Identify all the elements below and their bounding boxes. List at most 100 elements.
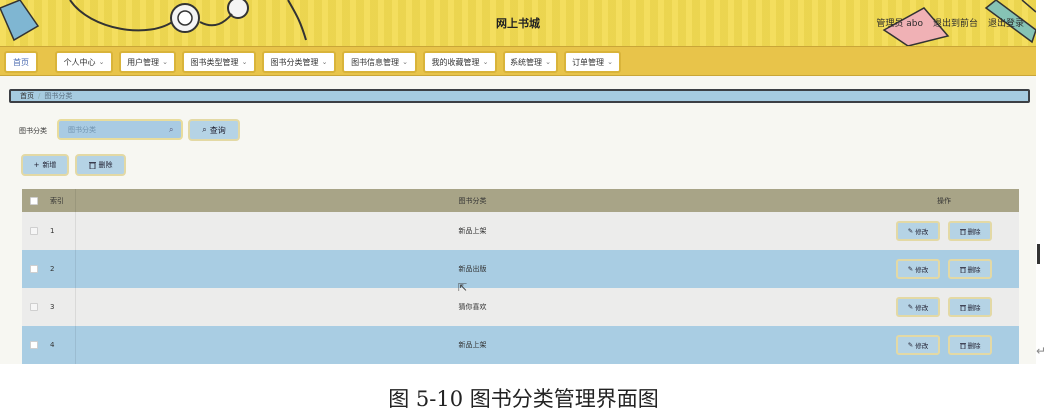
app-window: 网上书城 管理员 abo 退出到前台 退出登录 首页 个人中心 ⌄ 用户管理 ⌄ 图… [0,0,1036,364]
select-all-checkbox[interactable] [30,196,38,205]
row-category-name: 新品上架 [458,341,487,349]
row-actions: ✎ 修改 删除 [869,259,1019,279]
edit-icon: ✎ [907,341,914,349]
chevron-down-icon: ⌄ [482,58,489,66]
row-checkbox[interactable] [30,227,38,235]
search-icon: ⌕ [202,125,207,134]
table-row: 4 新品上架 ✎ 修改 删除 [22,326,1019,364]
nav-item-label: 系统管理 [510,57,543,67]
mouse-cursor-icon: ⇱ [458,281,468,294]
batch-delete-button[interactable]: 删除 [75,154,126,176]
figure-caption: 图 5-10 图书分类管理界面图 [388,387,659,411]
nav-item-label: 首页 [13,57,29,67]
chevron-down-icon: ⌄ [402,58,408,66]
header-ops: 操作 [937,196,951,205]
category-table: 索引 图书分类 操作 1 新品上架 ✎ 修改 删除 2 新品出版 ✎ 修改 删除 3 [22,189,1019,364]
trash-icon [959,266,966,273]
nav-item-label: 用户管理 [127,57,160,67]
breadcrumb-home[interactable]: 首页 [20,91,34,101]
row-index: 1 [46,212,76,250]
return-mark-icon: ↵ [1036,344,1047,358]
table-row: 3 猜你喜欢 ✎ 修改 删除 [22,288,1019,326]
nav-item-book-category-management[interactable]: 图书分类管理 ⌄ [262,51,336,73]
search-input[interactable] [57,119,183,140]
edit-button[interactable]: ✎ 修改 [896,297,940,317]
nav-item-label: 图书分类管理 [270,57,319,67]
row-index: 2 [46,250,76,288]
query-button[interactable]: ⌕ 查询 [188,119,240,141]
chevron-down-icon: ⌄ [98,58,105,66]
nav-item-system-management[interactable]: 系统管理 ⌄ [503,51,558,73]
header-index: 索引 [46,189,76,212]
row-category-name: 猜你喜欢 [458,303,487,311]
row-checkbox[interactable] [30,265,38,273]
table-row: 2 新品出版 ✎ 修改 删除 [22,250,1019,288]
edit-icon: ✎ [907,227,914,235]
nav-item-label: 图书信息管理 [351,57,400,67]
plus-icon: + [33,161,40,169]
search-label: 图书分类 [19,127,47,135]
row-actions: ✎ 修改 删除 [869,221,1019,241]
scrollbar-thumb[interactable] [1037,244,1040,264]
main-nav: 首页 个人中心 ⌄ 用户管理 ⌄ 图书类型管理 ⌄ 图书分类管理 ⌄ 图书信息管理 ⌄ 我… [0,46,1036,76]
delete-label: 删除 [967,228,981,236]
breadcrumb-separator: / [38,92,41,100]
nav-item-order-management[interactable]: 订单管理 ⌄ [564,51,621,73]
chevron-down-icon: ⌄ [545,58,551,66]
delete-button-label: 删除 [98,161,113,169]
table-row: 1 新品上架 ✎ 修改 删除 [22,212,1019,250]
add-button[interactable]: + 新增 [21,154,69,176]
edit-label: 修改 [915,228,929,236]
row-actions: ✎ 修改 删除 [869,297,1019,317]
trash-icon [959,228,966,235]
edit-button[interactable]: ✎ 修改 [896,335,940,355]
nav-item-label: 订单管理 [572,57,605,67]
row-index: 3 [46,288,76,326]
nav-item-label: 个人中心 [63,57,96,67]
nav-item-book-info-management[interactable]: 图书信息管理 ⌄ [342,51,417,73]
delete-label: 删除 [967,304,981,312]
delete-button[interactable]: 删除 [948,221,992,241]
edit-button[interactable]: ✎ 修改 [896,221,940,241]
delete-label: 删除 [967,342,981,350]
breadcrumb: 首页 / 图书分类 [9,89,1030,103]
nav-item-label: 我的收藏管理 [431,57,480,67]
row-checkbox[interactable] [30,341,38,349]
trash-icon [959,304,966,311]
header-user-area: 管理员 abo 退出到前台 退出登录 [876,16,1024,29]
delete-button[interactable]: 删除 [948,297,992,317]
chevron-down-icon: ⌄ [241,58,248,66]
search-icon: ⌕ [169,125,174,134]
edit-button[interactable]: ✎ 修改 [896,259,940,279]
nav-item-favorites-management[interactable]: 我的收藏管理 ⌄ [423,51,497,73]
chevron-down-icon: ⌄ [162,58,168,66]
nav-item-personal-center[interactable]: 个人中心 ⌄ [55,51,113,73]
nav-item-home[interactable]: 首页 [4,51,38,73]
back-to-front-link[interactable]: 退出到前台 [933,16,978,29]
trash-icon [88,162,96,169]
delete-label: 删除 [967,266,981,274]
table-header: 索引 图书分类 操作 [22,189,1019,212]
edit-icon: ✎ [907,303,914,311]
admin-user-label: 管理员 abo [876,19,923,29]
row-category-name: 新品出版 [458,265,487,273]
row-category-name: 新品上架 [458,227,487,235]
trash-icon [959,342,966,349]
chevron-down-icon: ⌄ [607,58,613,66]
edit-label: 修改 [915,342,929,350]
chevron-down-icon: ⌄ [321,58,328,66]
top-header: 网上书城 管理员 abo 退出到前台 退出登录 [0,0,1036,46]
header-category: 图书分类 [458,196,487,205]
nav-item-book-type-management[interactable]: 图书类型管理 ⌄ [182,51,256,73]
nav-item-label: 图书类型管理 [190,57,239,67]
delete-button[interactable]: 删除 [948,259,992,279]
delete-button[interactable]: 删除 [948,335,992,355]
row-actions: ✎ 修改 删除 [869,335,1019,355]
nav-item-user-management[interactable]: 用户管理 ⌄ [119,51,176,73]
edit-icon: ✎ [907,265,914,273]
logout-link[interactable]: 退出登录 [988,16,1024,29]
edit-label: 修改 [915,266,929,274]
breadcrumb-current: 图书分类 [44,92,73,100]
row-checkbox[interactable] [30,303,38,311]
row-index: 4 [46,326,76,364]
